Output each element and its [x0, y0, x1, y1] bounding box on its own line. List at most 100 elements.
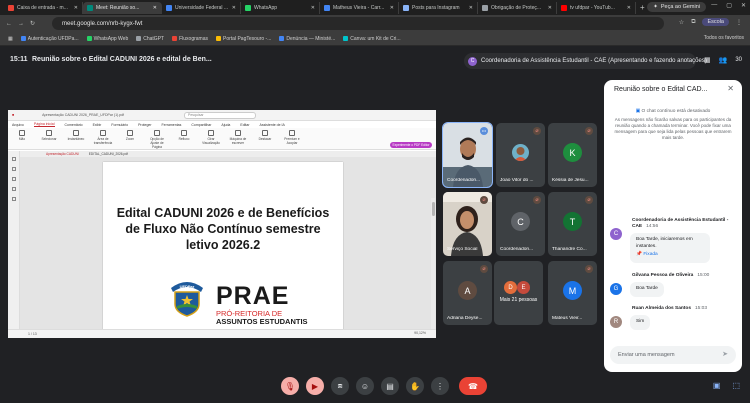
pdf-ribbon-tool: Girar Visualização: [201, 130, 221, 145]
tab-label: Meet: Reunião so...: [96, 4, 140, 11]
profile-button[interactable]: Escola: [702, 18, 729, 26]
browser-tab[interactable]: Meet: Reunião so... ✕: [83, 1, 162, 14]
bookmark-label: Portal PagTesouro -...: [223, 35, 272, 42]
menu-icon[interactable]: ⋮: [736, 19, 742, 26]
raise-hand-button[interactable]: ✋: [406, 377, 424, 395]
camera-off-icon: ▶: [311, 381, 319, 391]
participant-tile[interactable]: K ⌀ Késsia de Jesu...: [548, 123, 597, 187]
chat-avatar: C: [610, 228, 622, 240]
participant-tile[interactable]: M ⌀ Mateus Vieir...: [548, 261, 597, 325]
zoom-level: 90,12%: [414, 331, 426, 335]
chat-toggle-icon[interactable]: ▣: [713, 381, 721, 390]
participant-tile[interactable]: ••• Coordenadori...: [442, 122, 493, 188]
pdf-menu-tab: Assistente de IA: [259, 122, 285, 127]
bookmark-label: WhatsApp Web: [93, 35, 129, 42]
leave-call-button[interactable]: ☎: [459, 377, 487, 395]
pdf-document-area: Apresentação CADUNI EDITAL_CADUNI_2026.pd…: [8, 151, 436, 338]
pdf-ribbon-tool: Refluxo: [174, 130, 194, 141]
participant-tile[interactable]: ⌀ Joao Vitor do ...: [496, 123, 545, 187]
browser-tab[interactable]: Matheus Vieira - Carr... ✕: [320, 1, 399, 14]
pdf-menu-tab: Formulário: [111, 122, 129, 127]
bookmark-item[interactable]: Fluxogramas: [172, 36, 208, 42]
emoji-button[interactable]: ☺: [356, 377, 374, 395]
captions-button[interactable]: ▤: [381, 377, 399, 395]
bookmark-favicon-icon: [86, 36, 92, 41]
mic-off-button[interactable]: 🎙: [281, 377, 299, 395]
participant-tile[interactable]: A ⌀ Adriana Deyse...: [443, 261, 492, 325]
bookmark-label: ChatGPT: [143, 35, 165, 42]
profile-label: Escola: [707, 19, 724, 25]
chat-time: 14:56: [646, 224, 659, 229]
pdf-app-titlebar: ■ Apresentação CADUNI 2026_PRAE_UFDPar (…: [8, 110, 436, 121]
browser-tab[interactable]: WhatsApp ✕: [241, 1, 320, 14]
presenter-chip[interactable]: C Coordenadoria de Assistência Estudanti…: [464, 53, 707, 69]
participant-tile[interactable]: T ⌀ Thanandre Co...: [548, 192, 597, 256]
maximize-icon[interactable]: ▢: [726, 2, 732, 9]
more-people-tile[interactable]: D E Mais 21 pessoas: [494, 261, 543, 325]
phone-hangup-icon: ☎: [468, 381, 478, 391]
minimize-icon[interactable]: —: [711, 2, 717, 9]
present-button[interactable]: ⧈: [331, 377, 349, 395]
reload-icon[interactable]: ↻: [30, 20, 35, 27]
bookmark-item[interactable]: Denúncia — Ministé...: [279, 36, 335, 42]
pdf-ribbon: Experimente o PDF Editor Pro Mão Selecion…: [8, 128, 436, 153]
tool-label: Opção de Ajuste de Página: [150, 137, 164, 149]
layout-icon[interactable]: ▦: [704, 56, 711, 64]
close-icon[interactable]: ✕: [741, 2, 746, 9]
bookmark-item[interactable]: Portal PagTesouro -...: [216, 36, 271, 42]
window-controls: — ▢ ✕: [711, 2, 746, 9]
participant-photo: [512, 144, 529, 161]
camera-off-button[interactable]: ▶: [306, 377, 324, 395]
participant-name: Thanandre Co...: [552, 247, 587, 252]
forward-icon[interactable]: →: [18, 21, 24, 27]
activities-icon[interactable]: ⬚: [732, 381, 740, 390]
star-icon[interactable]: ☆: [679, 19, 684, 26]
tab-close-icon[interactable]: ✕: [153, 5, 157, 11]
browser-tab[interactable]: Caixa de entrada - m... ✕: [4, 1, 83, 14]
apps-icon[interactable]: ▦: [8, 36, 13, 42]
participant-avatar: M: [563, 281, 582, 300]
chat-bubble-icon: ▣: [635, 109, 641, 114]
pdf-ribbon-tool: Área de transferência: [93, 130, 113, 145]
close-chat-icon[interactable]: ✕: [727, 84, 734, 93]
bookmark-favicon-icon: [279, 36, 285, 41]
people-icon[interactable]: 👥: [719, 56, 728, 64]
tab-favicon-icon: [8, 4, 14, 11]
browser-tab[interactable]: Posts para Instagram ✕: [399, 1, 478, 14]
ufdpar-seal-logo: UFDPar: [171, 282, 203, 317]
prae-subtitle-2: ASSUNTOS ESTUDANTIS: [216, 317, 308, 326]
bookmark-item[interactable]: ChatGPT: [136, 36, 164, 42]
pdf-ribbon-tool: Mão: [12, 130, 32, 141]
tab-close-icon[interactable]: ✕: [548, 5, 552, 11]
extensions-icon[interactable]: ⧉: [691, 19, 695, 26]
more-vert-icon: ⋮: [436, 381, 444, 391]
tab-close-icon[interactable]: ✕: [232, 5, 236, 11]
tab-close-icon[interactable]: ✕: [390, 5, 394, 11]
all-bookmarks-link[interactable]: Todos os favoritos: [704, 35, 744, 41]
participant-tile[interactable]: ⌀ Serviço Social: [443, 192, 492, 256]
new-tab-icon[interactable]: +: [640, 3, 645, 12]
bookmark-item[interactable]: Canva: um Kit de Cri...: [343, 36, 401, 42]
pdf-menu-tab: Exibir: [92, 122, 102, 127]
browser-tab[interactable]: tv ufdpar - YouTub... ✕: [557, 1, 636, 14]
tab-close-icon[interactable]: ✕: [311, 5, 315, 11]
more-options-button[interactable]: ⋮: [431, 377, 449, 395]
chat-message-input[interactable]: Enviar uma mensagem ➤: [610, 346, 736, 364]
browser-tab[interactable]: Universidade Federal ... ✕: [162, 1, 241, 14]
tool-icon: [208, 130, 214, 136]
bookmark-item[interactable]: Autenticação UFDPa...: [20, 36, 79, 42]
browser-tab[interactable]: Obrigação de Proteç... ✕: [478, 1, 557, 14]
more-avatar-e: E: [517, 281, 530, 294]
tab-close-icon[interactable]: ✕: [469, 5, 473, 11]
back-icon[interactable]: ←: [6, 21, 12, 27]
chat-sender: Coordenadoria de Assistência Estudantil …: [632, 218, 736, 230]
pdf-document-tabs: Apresentação CADUNI EDITAL_CADUNI_2026.pd…: [20, 151, 436, 157]
url-field[interactable]: meet.google.com/nrb-kygx-fwt: [52, 17, 664, 30]
gemini-button[interactable]: ✦ Peça ao Gemini: [647, 2, 706, 12]
send-icon[interactable]: ➤: [722, 350, 728, 358]
tab-close-icon[interactable]: ✕: [627, 5, 631, 11]
pdf-doc-tab-label: Apresentação CADUNI: [46, 152, 79, 156]
bookmark-item[interactable]: WhatsApp Web: [86, 35, 129, 42]
participant-tile[interactable]: C ⌀ Coordenadori...: [496, 192, 545, 256]
tab-close-icon[interactable]: ✕: [74, 5, 78, 11]
